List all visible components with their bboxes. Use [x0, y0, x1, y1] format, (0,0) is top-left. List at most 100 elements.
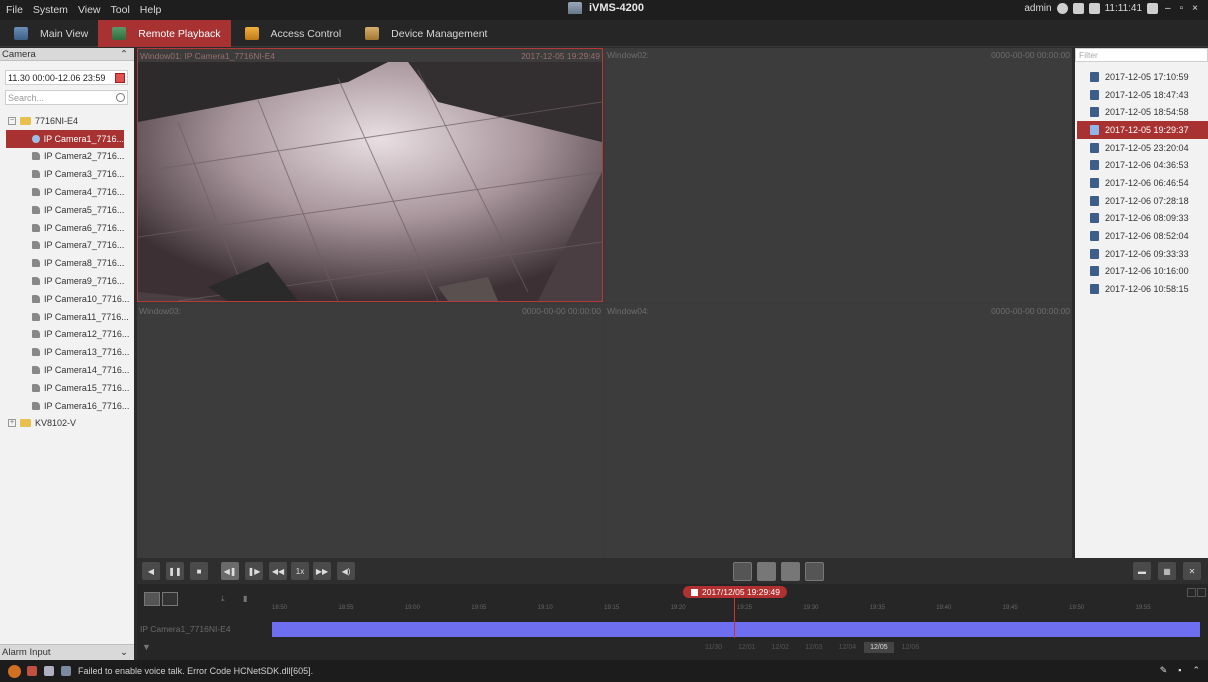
tree-group[interactable]: + KV8102-V [0, 415, 134, 433]
collapse-icon[interactable]: ⌃ [1192, 665, 1200, 676]
minimize-icon[interactable]: – [1163, 3, 1173, 14]
tree-camera[interactable]: IP Camera4_7716... [0, 183, 134, 201]
timeline-zoom-out-icon[interactable] [162, 592, 178, 606]
tab-access-control[interactable]: Access Control [231, 20, 352, 47]
alarm-warning-icon[interactable] [8, 664, 21, 678]
camera-search-input[interactable]: Search... [5, 90, 128, 105]
tree-camera[interactable]: IP Camera6_7716... [0, 219, 134, 237]
record-item[interactable]: 2017-12-06 10:58:15 [1075, 280, 1208, 298]
record-item[interactable]: 2017-12-06 08:09:33 [1075, 210, 1208, 228]
menu-view[interactable]: View [73, 4, 106, 16]
record-item[interactable]: 2017-12-06 06:46:54 [1075, 174, 1208, 192]
expand-icon[interactable]: + [8, 419, 16, 428]
record-item[interactable]: 2017-12-06 09:33:33 [1075, 245, 1208, 263]
close-icon[interactable]: × [1190, 3, 1200, 14]
reverse-single-frame-button[interactable]: ◀❚ [221, 562, 239, 580]
screen-layout-icon[interactable]: ▦ [1158, 562, 1176, 580]
bookmark-icon[interactable]: ▮ [243, 594, 247, 603]
globe-icon[interactable] [1056, 3, 1068, 14]
camera-panel-header[interactable]: Camera ⌃ [0, 48, 134, 61]
tree-camera[interactable]: IP Camera16_7716... [0, 397, 134, 415]
tree-camera[interactable]: IP Camera12_7716... [0, 326, 134, 344]
record-item[interactable]: 2017-12-06 07:28:18 [1075, 192, 1208, 210]
record-item[interactable]: 2017-12-05 23:20:04 [1075, 139, 1208, 157]
record-item[interactable]: 2017-12-05 19:29:37 [1077, 121, 1208, 139]
chevron-down-icon[interactable]: ⌄ [120, 647, 128, 658]
record-item[interactable]: 2017-12-05 18:54:58 [1075, 103, 1208, 121]
square-icon[interactable]: ▪ [1178, 665, 1181, 676]
tree-camera[interactable]: IP Camera14_7716... [0, 361, 134, 379]
timeline-restore-icon[interactable] [1187, 588, 1196, 597]
tree-camera[interactable]: IP Camera15_7716... [0, 379, 134, 397]
layout-9-icon[interactable] [781, 562, 800, 581]
collapse-up-icon[interactable]: ⌃ [120, 49, 128, 60]
date-strip-item[interactable]: 12/04 [831, 642, 865, 653]
restore-icon[interactable]: ▫ [1178, 3, 1186, 14]
tree-camera[interactable]: IP Camera2_7716... [0, 148, 134, 166]
tree-camera[interactable]: IP Camera9_7716... [0, 272, 134, 290]
menu-system[interactable]: System [28, 4, 73, 16]
record-item[interactable]: 2017-12-05 18:47:43 [1075, 86, 1208, 104]
video-window-4[interactable]: Window04: 0000-00-00 00:00:00 [605, 304, 1072, 558]
collapse-icon[interactable]: − [8, 116, 16, 125]
menu-help[interactable]: Help [135, 4, 167, 16]
fullscreen-icon[interactable]: ✕ [1183, 562, 1201, 580]
lock-icon[interactable] [1147, 3, 1159, 14]
layout-icon[interactable] [1088, 3, 1100, 14]
video-window-2[interactable]: Window02: 0000-00-00 00:00:00 [605, 48, 1072, 302]
date-strip-item[interactable]: 12/03 [797, 642, 831, 653]
date-strip-item[interactable]: 12/05 [864, 642, 894, 653]
voice-icon[interactable] [61, 666, 71, 676]
pin-icon[interactable]: ✎ [1160, 665, 1168, 676]
video-window-3[interactable]: Window03: 0000-00-00 00:00:00 [137, 304, 603, 558]
tree-camera[interactable]: IP Camera11_7716... [0, 308, 134, 326]
pause-button[interactable]: ❚❚ [166, 562, 184, 580]
calendar-icon[interactable] [115, 72, 125, 83]
date-strip-item[interactable]: 12/06 [894, 642, 928, 653]
event-icon[interactable] [44, 666, 54, 676]
capture-icon[interactable]: ▬ [1133, 562, 1151, 580]
tree-camera[interactable]: IP Camera13_7716... [0, 343, 134, 361]
alarm-input-header[interactable]: Alarm Input ⌄ [0, 644, 134, 660]
date-strip-item[interactable]: 12/02 [764, 642, 798, 653]
tree-camera[interactable]: IP Camera10_7716... [0, 290, 134, 308]
menu-tool[interactable]: Tool [106, 4, 135, 16]
date-strip-item[interactable]: 12/01 [730, 642, 764, 653]
record-item[interactable]: 2017-12-06 04:36:53 [1075, 156, 1208, 174]
tab-main-view[interactable]: Main View [0, 20, 98, 47]
date-strip-item[interactable]: 11/30 [697, 642, 730, 653]
tree-camera[interactable]: IP Camera5_7716... [0, 201, 134, 219]
tab-remote-playback[interactable]: Remote Playback [98, 20, 231, 47]
volume-button[interactable]: ◀) [337, 562, 355, 580]
search-icon[interactable] [116, 93, 125, 102]
menu-file[interactable]: File [0, 4, 28, 16]
record-item[interactable]: 2017-12-06 10:16:00 [1075, 263, 1208, 281]
timeline-zoom-in-icon[interactable] [144, 592, 160, 606]
reverse-play-button[interactable]: ◀ [142, 562, 160, 580]
filter-input[interactable]: Filter [1075, 48, 1208, 62]
single-frame-button[interactable]: ❚▶ [245, 562, 263, 580]
tree-camera[interactable]: IP Camera3_7716... [0, 165, 134, 183]
tree-camera[interactable]: IP Camera1_7716... [6, 129, 124, 148]
layout-16-icon[interactable] [805, 562, 824, 581]
recording-segment-bar[interactable] [272, 622, 1200, 637]
alarm-sound-icon[interactable] [27, 666, 37, 676]
date-range-field[interactable]: 11.30 00:00-12.06 23:59 [5, 70, 128, 85]
tree-camera[interactable]: IP Camera8_7716... [0, 254, 134, 272]
stop-button[interactable]: ■ [190, 562, 208, 580]
message-icon[interactable] [1072, 3, 1084, 14]
record-item[interactable]: 2017-12-05 17:10:59 [1075, 68, 1208, 86]
timeline-scale[interactable]: 18:50 18:55 19:00 19:05 19:10 19:15 19:20 19:25… [272, 602, 1202, 612]
timeline-close-icon[interactable] [1197, 588, 1206, 597]
record-item[interactable]: 2017-12-06 08:52:04 [1075, 227, 1208, 245]
video-window-1[interactable]: Window01: IP Camera1_7716NI-E4 2017-12-0… [137, 48, 603, 302]
download-icon[interactable]: ⤓ [221, 594, 225, 604]
fast-forward-button[interactable]: ▶▶ [313, 562, 331, 580]
layout-4-icon[interactable] [757, 562, 776, 581]
filter-icon[interactable]: ▼ [142, 642, 151, 652]
username-label[interactable]: admin [1024, 3, 1051, 14]
tree-group[interactable]: − 7716NI-E4 [0, 112, 134, 130]
timeline-cursor[interactable] [734, 594, 735, 638]
slow-forward-button[interactable]: ◀◀ [269, 562, 287, 580]
tab-device-management[interactable]: Device Management [351, 20, 497, 47]
